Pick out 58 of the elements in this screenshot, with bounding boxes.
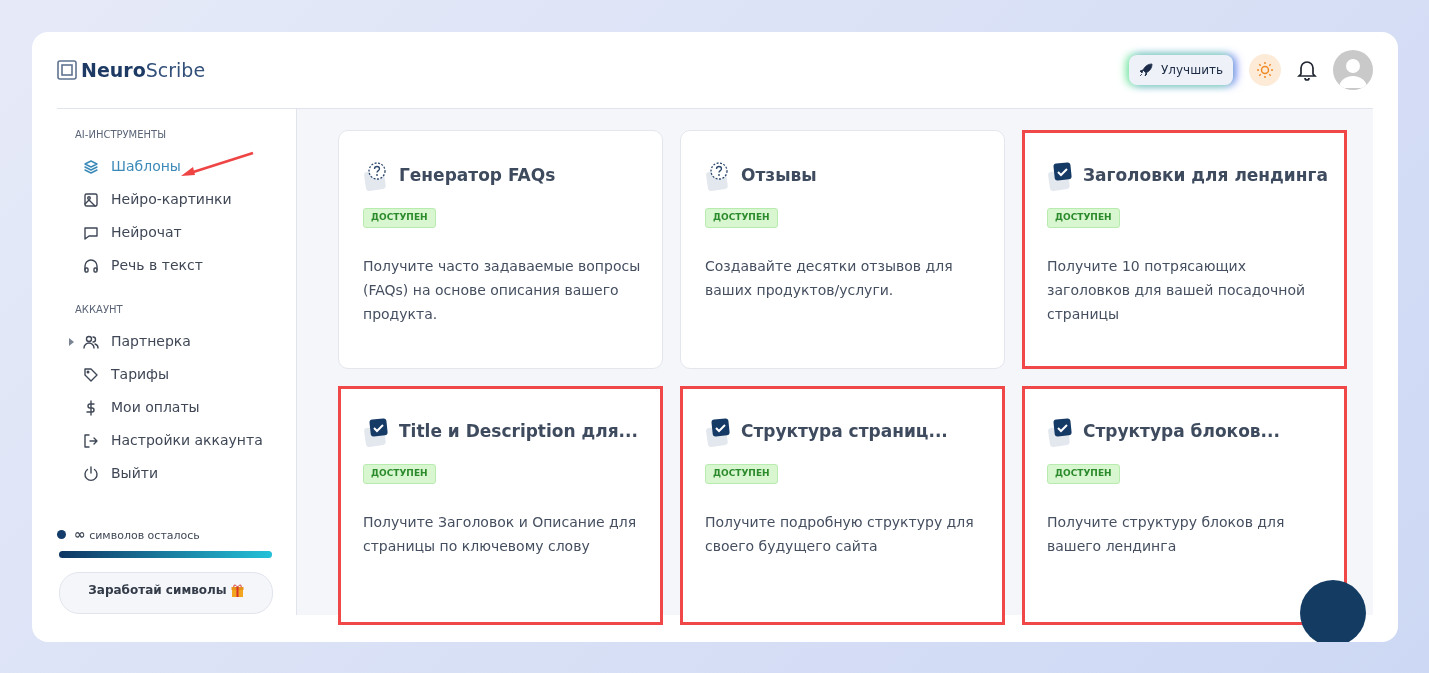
template-card[interactable]: Заголовки для лендинга ДОСТУПЕН Получите 10 потрясающих заголовков для вашей посадочной страницы — [1022, 130, 1347, 369]
sidebar-item[interactable]: Речь в текст — [83, 249, 203, 282]
exit-icon — [83, 432, 99, 449]
theme-toggle[interactable] — [1249, 54, 1281, 86]
sun-icon — [1256, 61, 1274, 79]
status-tag: ДОСТУПЕН — [363, 208, 436, 228]
bell-icon[interactable] — [1297, 59, 1317, 81]
checkbox-icon — [705, 417, 733, 447]
card-title: Генератор FAQs — [399, 164, 556, 188]
card-description: Получите Заголовок и Описание для страницы по ключевому слову — [363, 512, 638, 556]
upgrade-button[interactable]: Улучшить — [1129, 55, 1233, 85]
chat-icon — [83, 224, 99, 241]
card-title: Заголовки для лендинга — [1083, 164, 1328, 188]
status-tag: ДОСТУПЕН — [1047, 464, 1120, 484]
brand-name[interactable]: NeuroScribe — [81, 55, 206, 85]
card-description: Создавайте десятки отзывов для ваших продуктов/услуги. — [705, 256, 954, 300]
sidebar-item[interactable]: Мои оплаты — [83, 391, 200, 424]
status-tag: ДОСТУПЕН — [363, 464, 436, 484]
sidebar-item[interactable]: Шаблоны — [83, 150, 181, 183]
status-tag: ДОСТУПЕН — [1047, 208, 1120, 228]
sidebar-item[interactable]: Настройки аккаунта — [83, 424, 263, 457]
sidebar-item[interactable]: Нейрочат — [83, 216, 182, 249]
card-title: Структура блоков... — [1083, 420, 1280, 444]
headphones-icon — [83, 257, 99, 274]
layers-icon — [83, 158, 99, 175]
card-title: Структура страниц... — [741, 420, 948, 444]
card-description: Получите структуру блоков для вашего лендинга — [1047, 512, 1286, 556]
gift-icon — [230, 583, 244, 597]
checkbox-icon — [1047, 161, 1075, 191]
earn-button[interactable]: Заработай символы — [59, 572, 273, 614]
template-card[interactable]: Генератор FAQs ДОСТУПЕН Получите часто задаваемые вопросы (FAQs) на основе описания вашего продукта. — [338, 130, 663, 369]
sidebar-item[interactable]: Нейро-картинки — [83, 183, 232, 216]
template-card[interactable]: Отзывы ДОСТУПЕН Создавайте десятки отзывов для ваших продуктов/услуги. — [680, 130, 1005, 369]
power-icon — [83, 465, 99, 482]
rocket-icon — [1139, 63, 1153, 77]
checkbox-icon — [1047, 417, 1075, 447]
logo-icon — [57, 60, 77, 80]
sidebar-item[interactable]: Тарифы — [83, 358, 170, 391]
status-tag: ДОСТУПЕН — [705, 464, 778, 484]
card-description: Получите 10 потрясающих заголовков для вашей посадочной страницы — [1047, 256, 1307, 324]
card-description: Получите часто задаваемые вопросы (FAQs) на основе описания вашего продукта. — [363, 256, 642, 324]
card-title: Title и Description для... — [399, 420, 638, 444]
card-description: Получите подробную структуру для своего будущего сайта — [705, 512, 975, 556]
sidebar-item[interactable]: Выйти — [83, 457, 158, 490]
users-icon — [83, 333, 99, 350]
sidebar-item[interactable]: Партнерка — [83, 325, 191, 358]
template-card[interactable]: Структура страниц... ДОСТУПЕН Получите подробную структуру для своего будущего сайта — [680, 386, 1005, 625]
template-card[interactable]: Структура блоков... ДОСТУПЕН Получите структуру блоков для вашего лендинга — [1022, 386, 1347, 625]
checkbox-icon — [363, 417, 391, 447]
status-tag: ДОСТУПЕН — [705, 208, 778, 228]
credits-text: ∞ символов осталось — [74, 525, 200, 544]
tag-icon — [83, 366, 99, 383]
section-title: АККАУНТ — [75, 303, 124, 317]
template-card[interactable]: Title и Description для... ДОСТУПЕН Получите Заголовок и Описание для страницы по ключевому слову — [338, 386, 663, 625]
status-dot — [57, 530, 66, 539]
image-icon — [83, 191, 99, 208]
section-title: AI-ИНСТРУМЕНТЫ — [75, 128, 167, 142]
card-title: Отзывы — [741, 164, 817, 188]
